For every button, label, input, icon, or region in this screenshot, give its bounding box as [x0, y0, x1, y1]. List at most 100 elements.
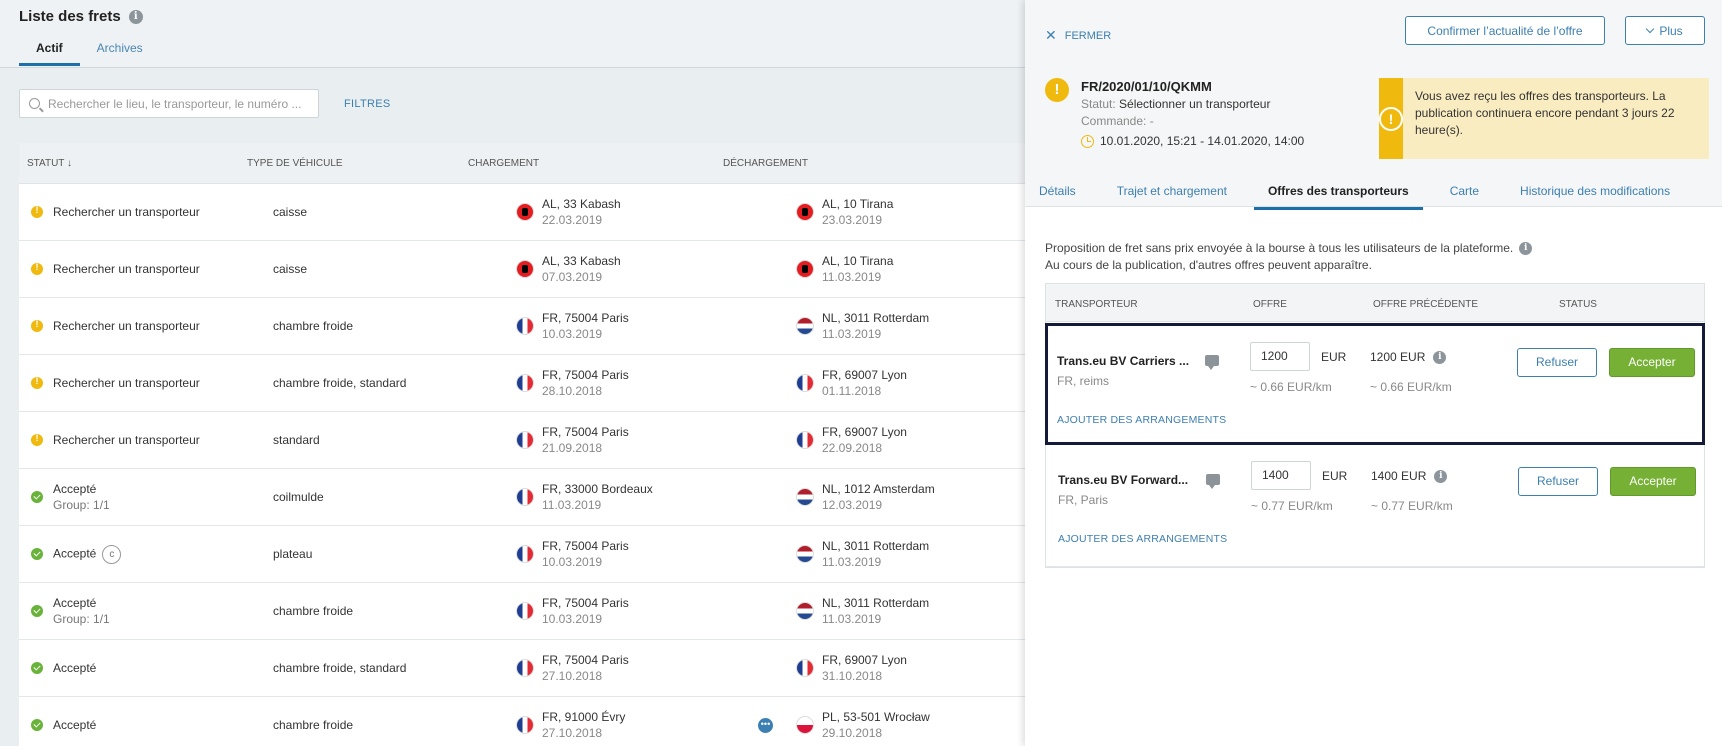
loading-date: 10.03.2019: [542, 555, 603, 569]
vehicle-cell: caisse: [273, 262, 308, 276]
status-cell: Rechercher un transporteur: [31, 298, 261, 354]
add-arrangements-link[interactable]: AJOUTER DES ARRANGEMENTS: [1058, 533, 1227, 545]
table-row[interactable]: Rechercher un transporteur chambre froide…: [19, 298, 1025, 355]
info-icon[interactable]: i: [1434, 469, 1448, 483]
column-vehicle-header[interactable]: TYPE DE VÉHICULE: [247, 158, 343, 169]
loading-place: AL, 33 Kabash: [542, 197, 621, 211]
tab-map[interactable]: Carte: [1436, 176, 1493, 210]
unloading-date: 11.03.2019: [822, 270, 882, 284]
column-unloading-header[interactable]: DÉCHARGEMENT: [723, 158, 808, 169]
table-row[interactable]: Rechercher un transporteur caisse AL, 33 K…: [19, 184, 1025, 241]
carrier-name[interactable]: Trans.eu BV Carriers ...: [1057, 354, 1189, 368]
tab-carrier-offers[interactable]: Offres des transporteurs: [1253, 176, 1423, 210]
proposal-line-2: Au cours de la publication, d'autres off…: [1045, 258, 1372, 272]
table-row[interactable]: Rechercher un transporteur standard FR, 75…: [19, 412, 1025, 469]
status-label: Accepté: [53, 546, 97, 561]
previous-per-km: ~ 0.66 EUR/km: [1370, 380, 1452, 394]
vehicle-cell: plateau: [273, 547, 313, 561]
flag-icon: [516, 659, 534, 677]
close-button[interactable]: ✕ FERMER: [1045, 27, 1111, 44]
loading-location: AL, 33 Kabash 22.03.2019: [542, 196, 621, 228]
message-icon[interactable]: [1206, 474, 1220, 489]
status-cell: Rechercher un transporteur: [31, 184, 261, 240]
accept-button[interactable]: Accepter: [1609, 348, 1695, 377]
message-icon[interactable]: [1205, 355, 1219, 370]
loading-date: 21.09.2018: [542, 441, 603, 455]
status-c-badge: c: [102, 544, 122, 564]
status-label: Accepté: [53, 596, 97, 610]
loading-cell: FR, 75004 Paris 27.10.2018: [516, 640, 796, 696]
add-arrangements-link[interactable]: AJOUTER DES ARRANGEMENTS: [1057, 414, 1226, 426]
tab-details[interactable]: Détails: [1025, 176, 1090, 210]
unloading-cell: AL, 10 Tirana 23.03.2019: [796, 184, 1025, 240]
unloading-location: FR, 69007 Lyon 22.09.2018: [822, 424, 907, 456]
loading-place: FR, 75004 Paris: [542, 425, 629, 439]
previous-price: 1400 EUR: [1371, 469, 1427, 483]
accept-button[interactable]: Accepter: [1610, 467, 1696, 496]
refuse-button[interactable]: Refuser: [1517, 348, 1597, 377]
carrier-name[interactable]: Trans.eu BV Forward...: [1058, 473, 1188, 487]
offers-header: TRANSPORTEUR OFFRE OFFRE PRÉCÉDENTE STAT…: [1046, 284, 1704, 322]
loading-place: FR, 33000 Bordeaux: [542, 482, 653, 496]
loading-date: 22.03.2019: [542, 213, 603, 227]
offer-price-input[interactable]: 1400: [1251, 461, 1311, 490]
order-line: Commande: -: [1081, 114, 1154, 128]
proposal-line-1: Proposition de fret sans prix envoyée à …: [1045, 241, 1514, 255]
flag-icon: [516, 545, 534, 563]
loading-date: 28.10.2018: [542, 384, 603, 398]
pending-status-icon: [31, 319, 43, 332]
unloading-date: 31.10.2018: [822, 669, 883, 683]
column-status-header[interactable]: STATUT ↓: [27, 158, 72, 169]
vehicle-cell: caisse: [273, 205, 308, 219]
freight-reference: FR/2020/01/10/QKMM: [1081, 79, 1212, 94]
table-row[interactable]: Rechercher un transporteur chambre froide…: [19, 355, 1025, 412]
refuse-button[interactable]: Refuser: [1518, 467, 1598, 496]
notice-text: Vous avez reçu les offres des transporte…: [1415, 89, 1675, 137]
proposal-info-icon[interactable]: i: [1519, 242, 1533, 256]
tab-history[interactable]: Historique des modifications: [1506, 176, 1684, 210]
loading-date: 07.03.2019: [542, 270, 603, 284]
tab-actif[interactable]: Actif: [19, 41, 80, 66]
flag-icon: [516, 374, 534, 392]
search-input[interactable]: Rechercher le lieu, le transporteur, le …: [19, 89, 319, 118]
accepted-status-icon: [31, 548, 43, 560]
loading-place: FR, 75004 Paris: [542, 311, 629, 325]
more-button[interactable]: Plus: [1625, 16, 1705, 45]
table-row[interactable]: Accepté c plateau FR, 75004 Paris 10.03.2019…: [19, 526, 1025, 583]
unloading-cell: FR, 69007 Lyon 01.11.2018: [796, 355, 1025, 411]
loading-location: FR, 33000 Bordeaux 11.03.2019: [542, 481, 653, 513]
offer-per-km: ~ 0.66 EUR/km: [1250, 380, 1332, 394]
flag-icon: [516, 602, 534, 620]
table-row[interactable]: Rechercher un transporteur caisse AL, 33 K…: [19, 241, 1025, 298]
unloading-place: NL, 3011 Rotterdam: [822, 596, 930, 610]
unloading-place: FR, 69007 Lyon: [822, 653, 907, 667]
loading-place: FR, 75004 Paris: [542, 596, 629, 610]
column-loading-header[interactable]: CHARGEMENT: [468, 158, 539, 169]
table-row[interactable]: Accepté chambre froide, standard FR, 75004…: [19, 640, 1025, 697]
table-row[interactable]: Accepté Group: 1/1 coilmulde FR, 33000 Bord…: [19, 469, 1025, 526]
offers-col-status: STATUS: [1559, 299, 1597, 310]
offers-col-previous: OFFRE PRÉCÉDENTE: [1373, 299, 1479, 310]
confirm-offer-button[interactable]: Confirmer l’actualité de l’offre: [1405, 16, 1605, 45]
status-text: Accepté Group: 1/1: [53, 595, 110, 627]
table-row[interactable]: Accepté chambre froide FR, 91000 Évry 27.10…: [19, 697, 1025, 746]
offers-col-offer: OFFRE: [1253, 299, 1287, 310]
unloading-location: FR, 69007 Lyon 31.10.2018: [822, 652, 907, 684]
tab-route[interactable]: Trajet et chargement: [1103, 176, 1241, 210]
flag-icon: [516, 260, 534, 278]
accepted-status-icon: [31, 719, 43, 731]
chat-icon[interactable]: •••: [758, 718, 773, 733]
unloading-cell: FR, 69007 Lyon 31.10.2018: [796, 640, 1025, 696]
detail-tabs: Détails Trajet et chargement Offres des …: [1025, 176, 1697, 210]
previous-offer: 1400 EUR i: [1371, 469, 1448, 483]
info-icon[interactable]: i: [128, 9, 143, 24]
offer-price-input[interactable]: 1200: [1250, 342, 1310, 371]
unloading-cell: NL, 1012 Amsterdam 12.03.2019: [796, 469, 1025, 525]
order-value: -: [1149, 114, 1154, 128]
filters-button[interactable]: FILTRES: [344, 98, 391, 110]
tab-archives[interactable]: Archives: [80, 41, 160, 66]
info-icon[interactable]: i: [1433, 350, 1447, 364]
detail-header: ✕ FERMER Confirmer l’actualité de l’offr…: [1025, 0, 1722, 210]
status-cell: Accepté: [31, 640, 261, 696]
table-row[interactable]: Accepté Group: 1/1 chambre froide FR, 75004…: [19, 583, 1025, 640]
